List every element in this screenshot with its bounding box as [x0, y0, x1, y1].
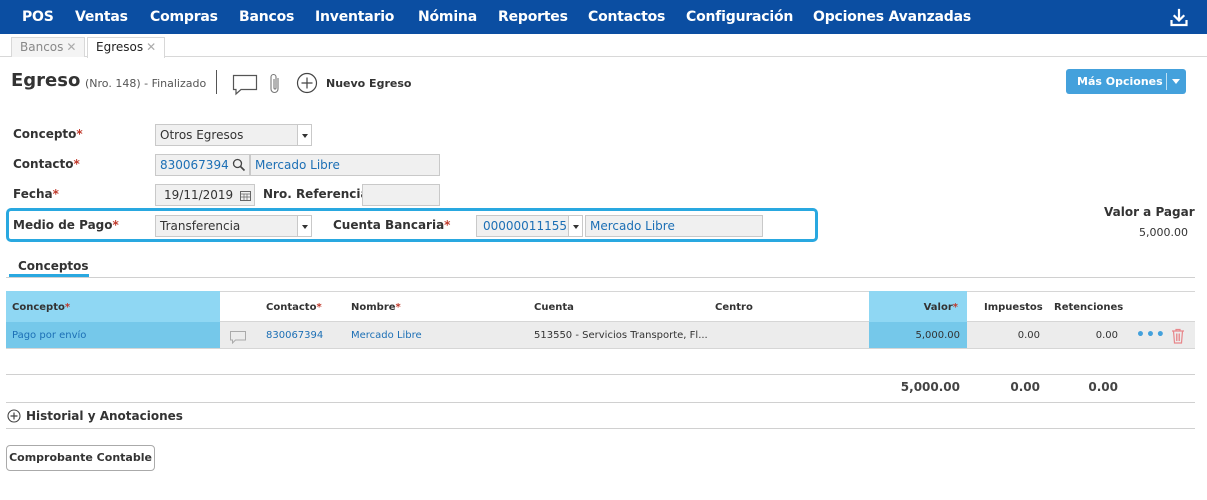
nav-bancos[interactable]: Bancos: [239, 0, 294, 34]
col-cuenta: Cuenta: [534, 302, 574, 313]
top-navigation: POS Ventas Compras Bancos Inventario Nóm…: [0, 0, 1207, 34]
chevron-down-icon[interactable]: [297, 125, 311, 145]
nav-ventas[interactable]: Ventas: [75, 0, 128, 34]
row-concepto[interactable]: Pago por envío: [12, 323, 86, 348]
tab-bancos-label: Bancos: [20, 40, 64, 54]
close-icon[interactable]: ✕: [146, 40, 156, 54]
chevron-down-icon[interactable]: [568, 216, 582, 236]
nav-inventario[interactable]: Inventario: [315, 0, 394, 34]
concepto-label: Concepto*: [13, 127, 83, 141]
nav-pos[interactable]: POS: [22, 0, 54, 34]
fecha-field[interactable]: 19/11/2019: [155, 184, 255, 206]
cuenta-name-field[interactable]: Mercado Libre: [585, 215, 763, 237]
row-retenciones[interactable]: 0.00: [1046, 323, 1118, 348]
total-valor: 5,000.00: [900, 380, 960, 394]
referencia-label: Nro. Referencia: [263, 187, 369, 201]
download-icon[interactable]: [1169, 8, 1189, 28]
search-icon[interactable]: [232, 158, 246, 172]
paperclip-icon[interactable]: [267, 72, 283, 96]
contacto-label: Contacto*: [13, 157, 80, 171]
comprobante-contable-button[interactable]: Comprobante Contable: [6, 445, 155, 471]
contacto-id-value: 830067394: [160, 158, 229, 172]
calendar-icon[interactable]: [240, 190, 251, 201]
total-impuestos: 0.00: [1010, 380, 1040, 394]
chevron-down-icon[interactable]: [297, 216, 311, 236]
row-nombre[interactable]: Mercado Libre: [351, 323, 422, 348]
cuenta-bancaria-label: Cuenta Bancaria*: [333, 218, 451, 232]
fecha-value: 19/11/2019: [164, 188, 234, 202]
add-circle-icon[interactable]: [7, 409, 21, 423]
referencia-input[interactable]: [362, 184, 440, 206]
medio-pago-select[interactable]: Transferencia: [155, 215, 312, 237]
row-cuenta[interactable]: 513550 - Servicios Transporte, Fl...: [534, 323, 709, 348]
tab-conceptos[interactable]: Conceptos: [18, 259, 89, 273]
header-divider: [216, 70, 217, 94]
row-impuestos[interactable]: 0.00: [976, 323, 1040, 348]
nav-opciones-avanzadas[interactable]: Opciones Avanzadas: [813, 0, 971, 34]
divider: [6, 277, 1195, 278]
document-number: (Nro. 148) - Finalizado: [85, 77, 207, 90]
contacto-name-value: Mercado Libre: [255, 158, 340, 172]
divider: [6, 374, 1195, 375]
new-egreso-link[interactable]: Nuevo Egreso: [326, 77, 411, 90]
row-valor[interactable]: 5,000.00: [869, 323, 960, 348]
tab-egresos[interactable]: Egresos ✕: [87, 37, 166, 58]
concepto-select[interactable]: Otros Egresos: [155, 124, 312, 146]
nav-compras[interactable]: Compras: [150, 0, 218, 34]
nav-nomina[interactable]: Nómina: [418, 0, 477, 34]
contacto-id-field[interactable]: 830067394: [155, 154, 250, 176]
button-separator: [1166, 73, 1167, 90]
divider: [6, 402, 1195, 403]
fecha-label: Fecha*: [13, 187, 59, 201]
concepto-value: Otros Egresos: [160, 128, 244, 142]
contacto-name-field[interactable]: Mercado Libre: [250, 154, 440, 176]
col-concepto: Concepto*: [12, 302, 71, 313]
tab-bar: Bancos ✕ Egresos ✕: [0, 34, 1207, 58]
close-icon[interactable]: ✕: [66, 40, 76, 54]
concepts-table: Concepto* Contacto* Nombre* Cuenta Centr…: [6, 291, 1195, 349]
more-options-label: Más Opciones: [1077, 75, 1163, 88]
cuenta-number-select[interactable]: 000000111555: [476, 215, 583, 237]
comment-icon[interactable]: [232, 74, 258, 96]
valor-a-pagar-value: 5,000.00: [1139, 226, 1188, 239]
chevron-down-icon[interactable]: [1172, 79, 1180, 84]
tab-egresos-label: Egresos: [96, 40, 144, 54]
col-impuestos: Impuestos: [984, 302, 1043, 313]
divider: [6, 428, 1195, 429]
tab-bancos[interactable]: Bancos ✕: [11, 37, 86, 57]
total-retenciones: 0.00: [1088, 380, 1118, 394]
col-retenciones: Retenciones: [1054, 302, 1124, 313]
nav-configuracion[interactable]: Configuración: [686, 0, 793, 34]
col-valor: Valor*: [923, 302, 958, 313]
nav-contactos[interactable]: Contactos: [588, 0, 665, 34]
add-circle-icon[interactable]: [296, 72, 318, 94]
trash-icon[interactable]: [1171, 328, 1185, 344]
more-options-button[interactable]: Más Opciones: [1066, 69, 1186, 94]
col-centro: Centro: [715, 302, 753, 313]
comment-icon[interactable]: [230, 331, 246, 344]
cuenta-number-value: 000000111555: [483, 219, 575, 233]
medio-pago-value: Transferencia: [160, 219, 241, 233]
more-actions-icon[interactable]: •••: [1136, 328, 1166, 342]
col-contacto: Contacto*: [266, 302, 322, 313]
col-nombre: Nombre*: [351, 302, 401, 313]
historial-toggle[interactable]: Historial y Anotaciones: [26, 409, 183, 423]
medio-pago-label: Medio de Pago*: [13, 218, 119, 232]
valor-a-pagar-label: Valor a Pagar: [1104, 205, 1195, 219]
row-contacto[interactable]: 830067394: [266, 323, 323, 348]
page-title: Egreso: [11, 70, 81, 91]
nav-reportes[interactable]: Reportes: [498, 0, 568, 34]
cuenta-name-value: Mercado Libre: [590, 219, 675, 233]
